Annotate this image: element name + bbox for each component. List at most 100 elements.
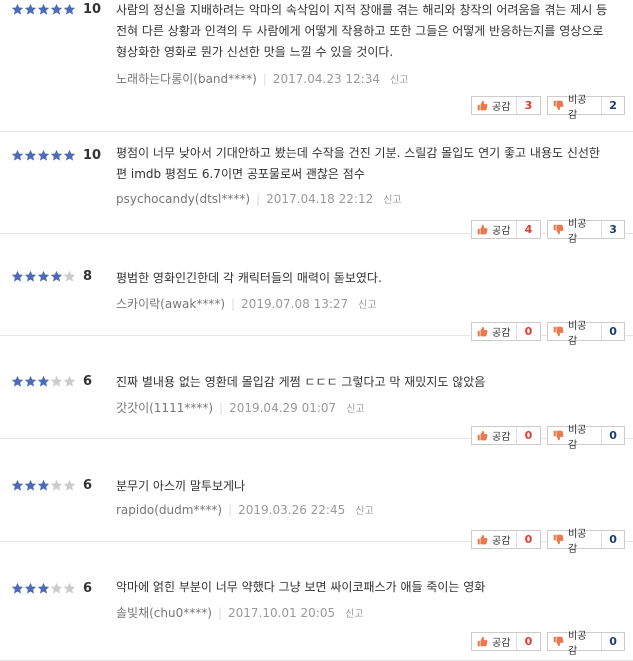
dislike-label-wrap: 비공감: [548, 631, 603, 657]
divider: |: [262, 71, 267, 86]
dislike-button[interactable]: 비공감 0: [547, 631, 625, 657]
star-empty-icon: [50, 479, 63, 492]
report-link[interactable]: 신고: [383, 191, 401, 206]
review-meta: psychocandy(dtsl****) | 2017.04.18 22:12…: [116, 191, 402, 207]
rating-score: 8: [83, 269, 93, 284]
review-author[interactable]: 갓갓이(1111****): [116, 399, 213, 416]
star-filled-icon: [63, 149, 76, 162]
star-filled-icon: [63, 3, 76, 16]
like-label: 공감: [492, 102, 511, 113]
rating-score: 6: [83, 374, 93, 389]
thumbs-down-icon: [553, 100, 564, 111]
star-filled-icon: [37, 582, 50, 595]
star-filled-icon: [24, 375, 37, 388]
rating: 6: [11, 478, 92, 493]
star-empty-icon: [50, 582, 63, 595]
star-empty-icon: [63, 479, 76, 492]
rating-score: 10: [83, 2, 102, 17]
star-rating: [11, 270, 76, 283]
rating: 8: [11, 269, 92, 284]
dislike-label: 비공감: [568, 630, 587, 657]
star-empty-icon: [63, 582, 76, 595]
review-item: 10 사람의 정신을 지배하려는 악마의 속삭임이 지적 장애를 겪는 해리와 …: [0, 0, 633, 132]
review-text: 악마에 얽힌 부분이 너무 약했다 그냥 보면 싸이코패스가 애들 죽이는 영화: [116, 580, 486, 594]
review-item: 8 평범한 영화인긴한데 각 캐릭터들의 매력이 돋보였다. 스카이락(awak…: [0, 234, 633, 347]
star-filled-icon: [11, 479, 24, 492]
rating: 6: [11, 581, 92, 596]
dislike-count: 0: [609, 635, 617, 648]
report-link[interactable]: 신고: [346, 400, 364, 415]
thumbs-down-icon: [553, 636, 564, 647]
report-link[interactable]: 신고: [355, 502, 373, 517]
star-rating: [11, 149, 76, 162]
dislike-count: 2: [609, 99, 617, 112]
star-rating: [11, 375, 76, 388]
like-button[interactable]: 공감 0: [471, 632, 541, 651]
rating-score: 6: [83, 581, 93, 596]
star-filled-icon: [50, 270, 63, 283]
review-author[interactable]: 스카이락(awak****): [116, 295, 225, 312]
review-text: 진짜 별내용 없는 영환데 몰입감 게쩜 ㄷㄷㄷ 그렇다고 막 재밌지도 않았음: [116, 375, 486, 389]
star-empty-icon: [63, 375, 76, 388]
review-meta: 갓갓이(1111****) | 2019.04.29 01:07 신고: [116, 399, 365, 416]
star-filled-icon: [37, 149, 50, 162]
rating-score: 6: [83, 478, 93, 493]
review-meta: 스카이락(awak****) | 2019.07.08 13:27 신고: [116, 295, 377, 312]
thumbs-up-icon: [477, 100, 488, 111]
review-author[interactable]: 노래하는다롱이(band****): [116, 70, 257, 87]
star-filled-icon: [11, 149, 24, 162]
review-text: 평범한 영화인긴한데 각 캐릭터들의 매력이 돋보였다.: [116, 271, 382, 285]
review-item: 6 진짜 별내용 없는 영환데 몰입감 게쩜 ㄷㄷㄷ 그렇다고 막 재밌지도 않…: [0, 336, 633, 451]
star-filled-icon: [11, 375, 24, 388]
star-filled-icon: [24, 270, 37, 283]
like-count: 3: [524, 99, 533, 112]
review-list: 10 사람의 정신을 지배하려는 악마의 속삭임이 지적 장애를 겪는 해리와 …: [0, 0, 633, 661]
star-filled-icon: [50, 3, 63, 16]
star-filled-icon: [24, 3, 37, 16]
star-filled-icon: [24, 149, 37, 162]
review-meta: 솔빛채(chu0****) | 2017.10.01 20:05 신고: [116, 604, 364, 621]
review-author[interactable]: 솔빛채(chu0****): [116, 604, 212, 621]
like-label-wrap: 공감: [472, 97, 518, 114]
star-empty-icon: [50, 375, 63, 388]
divider: |: [256, 191, 261, 206]
star-filled-icon: [37, 479, 50, 492]
review-date: 2019.04.29 01:07: [229, 400, 337, 415]
like-button[interactable]: 공감 3: [471, 96, 541, 115]
rating-score: 10: [83, 148, 102, 163]
report-link[interactable]: 신고: [345, 605, 363, 620]
star-filled-icon: [37, 270, 50, 283]
review-actions: 공감 0 비공감 0: [471, 631, 625, 657]
review-date: 2019.07.08 13:27: [241, 296, 349, 311]
review-actions: 공감 3 비공감 2: [471, 95, 625, 121]
dislike-button[interactable]: 비공감 2: [547, 95, 625, 121]
review-author[interactable]: rapido(dudm****): [116, 503, 222, 517]
star-filled-icon: [11, 582, 24, 595]
divider: |: [228, 502, 233, 517]
review-text: 사람의 정신을 지배하려는 악마의 속삭임이 지적 장애를 겪는 해리와 창작의…: [116, 3, 612, 59]
star-filled-icon: [24, 582, 37, 595]
dislike-label-wrap: 비공감: [548, 95, 603, 121]
star-filled-icon: [11, 270, 24, 283]
review-date: 2017.04.18 22:12: [266, 191, 374, 206]
star-filled-icon: [50, 149, 63, 162]
review-author[interactable]: psychocandy(dtsl****): [116, 192, 250, 206]
star-filled-icon: [11, 3, 24, 16]
report-link[interactable]: 신고: [390, 71, 408, 86]
review-meta: rapido(dudm****) | 2019.03.26 22:45 신고: [116, 502, 374, 518]
star-rating: [11, 479, 76, 492]
review-item: 6 분무기 아스끼 말투보게나 rapido(dudm****) | 2019.…: [0, 439, 633, 555]
review-date: 2019.03.26 22:45: [238, 502, 346, 517]
star-filled-icon: [24, 479, 37, 492]
divider: |: [219, 400, 224, 415]
like-count: 0: [524, 635, 533, 648]
review-date: 2017.10.01 20:05: [227, 605, 336, 620]
rating: 6: [11, 374, 92, 389]
report-link[interactable]: 신고: [358, 296, 376, 311]
thumbs-up-icon: [477, 636, 488, 647]
star-empty-icon: [63, 270, 76, 283]
review-meta: 노래하는다롱이(band****) | 2017.04.23 12:34 신고: [116, 70, 408, 87]
divider: |: [217, 605, 222, 620]
review-text: 분무기 아스끼 말투보게나: [116, 479, 246, 493]
dislike-label: 비공감: [568, 94, 587, 121]
